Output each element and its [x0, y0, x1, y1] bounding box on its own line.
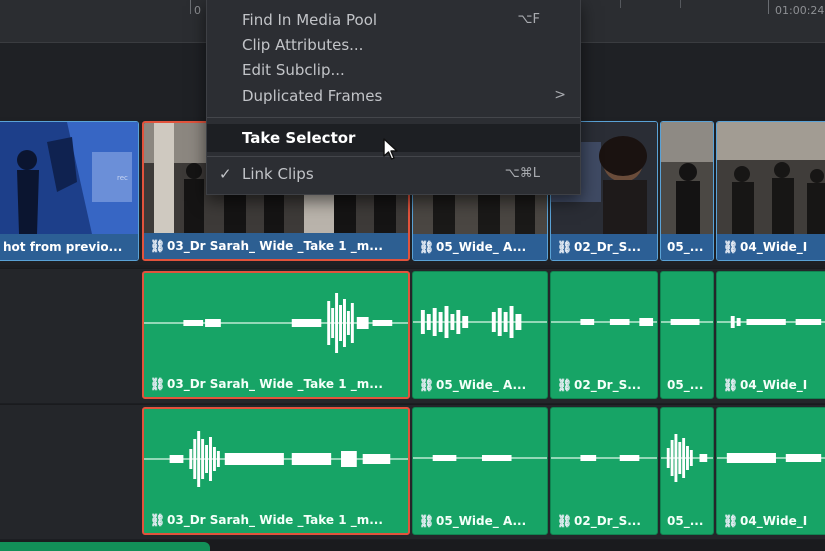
- clip-label: ⛓ 05_Wide_ A...: [413, 234, 547, 260]
- waveform: [661, 319, 713, 325]
- menu-item-link-clips[interactable]: ✓ Link Clips ⌥⌘L: [207, 162, 580, 186]
- menu-item-find-in-media-pool[interactable]: Find In Media Pool ⌥F: [207, 8, 580, 32]
- waveform: [413, 306, 547, 338]
- clip-label: ⛓ 05_Wide_ A...: [419, 378, 526, 392]
- svg-text:rec: rec: [117, 174, 128, 182]
- clip-label: hot from previo...: [0, 234, 138, 260]
- waveform: [551, 455, 657, 461]
- clip-label-text: 05_Wide_ A...: [436, 514, 527, 528]
- waveform: [551, 318, 657, 326]
- mouse-pointer-icon: [383, 138, 398, 160]
- clip-label: ⛓ 02_Dr_S...: [557, 514, 641, 528]
- clip-label-text: 02_Dr_S...: [574, 240, 641, 254]
- menu-item-label: Take Selector: [242, 129, 356, 147]
- clip-thumbnail: rec: [0, 122, 138, 234]
- clip-label: ⛓ 03_Dr Sarah_ Wide _Take 1 _m...: [144, 233, 408, 259]
- clip-label-text: 03_Dr Sarah_ Wide _Take 1 _m...: [167, 377, 383, 391]
- clip-label-text: 04_Wide_I: [740, 514, 808, 528]
- waveform: [413, 455, 547, 461]
- waveform: [661, 434, 713, 482]
- waveform: [717, 453, 825, 463]
- clip-context-menu: Find In Media Pool ⌥F Clip Attributes...…: [206, 0, 581, 195]
- waveform: [144, 431, 408, 487]
- clip-label: ⛓ 04_Wide_I: [723, 514, 807, 528]
- link-icon: ⛓: [557, 378, 573, 392]
- link-icon: ⛓: [557, 240, 573, 254]
- clip-label-text: 03_Dr Sarah_ Wide _Take 1 _m...: [167, 513, 383, 527]
- check-icon: ✓: [219, 165, 232, 183]
- timeline-scrollbar[interactable]: [0, 540, 825, 551]
- scrollbar-thumb[interactable]: [0, 542, 210, 551]
- audio-clip-02-dr-s[interactable]: ⛓ 02_Dr_S...: [550, 407, 658, 535]
- link-icon: ⛓: [419, 240, 435, 254]
- clip-label-text: 05_Wide_ A...: [436, 378, 527, 392]
- link-icon: ⛓: [419, 378, 435, 392]
- menu-item-label: Link Clips: [242, 165, 314, 183]
- ruler-tick: [190, 0, 191, 14]
- clip-label: ⛓ 05_Wide_ A...: [419, 514, 526, 528]
- link-icon: ⛓: [723, 514, 739, 528]
- clip-label: ⛓ 04_Wide_I: [723, 378, 807, 392]
- link-icon: ⛓: [150, 377, 166, 391]
- menu-item-label: Edit Subclip...: [242, 61, 345, 79]
- clip-label-text: 05_Wide_ A...: [436, 240, 527, 254]
- audio-clip-05-short[interactable]: 05_...: [660, 407, 714, 535]
- link-icon: ⛓: [723, 240, 739, 254]
- chevron-right-icon: >: [554, 87, 566, 103]
- menu-item-clip-attributes[interactable]: Clip Attributes...: [207, 33, 580, 57]
- video-clip-05-short[interactable]: 05_...: [660, 121, 714, 261]
- link-icon: ⛓: [150, 239, 166, 253]
- clip-label-text: 04_Wide_I: [740, 378, 808, 392]
- waveform: [144, 293, 408, 353]
- clip-label: ⛓ 03_Dr Sarah_ Wide _Take 1 _m...: [150, 377, 383, 391]
- audio-clip-05-short[interactable]: 05_...: [660, 271, 714, 399]
- menu-separator: [207, 117, 580, 118]
- audio-clip-03-dr-sarah[interactable]: ⛓ 03_Dr Sarah_ Wide _Take 1 _m...: [142, 271, 410, 399]
- waveform: [717, 316, 825, 328]
- video-clip-previous[interactable]: rec hot from previo...: [0, 121, 139, 261]
- audio-clip-05-wide[interactable]: ⛓ 05_Wide_ A...: [412, 407, 548, 535]
- clip-label-text: 03_Dr Sarah_ Wide _Take 1 _m...: [167, 239, 383, 253]
- audio-clip-03-dr-sarah[interactable]: ⛓ 03_Dr Sarah_ Wide _Take 1 _m...: [142, 407, 410, 535]
- link-icon: ⛓: [723, 378, 739, 392]
- clip-thumbnail: [717, 122, 825, 234]
- ruler-timecode-left: 0: [194, 4, 201, 17]
- clip-label-text: 02_Dr_S...: [574, 378, 641, 392]
- clip-label: 05_...: [667, 514, 704, 528]
- clip-label: 05_...: [667, 378, 704, 392]
- ruler-tick: [620, 0, 621, 8]
- clip-label-text: 04_Wide_I: [740, 240, 808, 254]
- audio-clip-04-wide[interactable]: ⛓ 04_Wide_I: [716, 271, 825, 399]
- audio-clip-05-wide[interactable]: ⛓ 05_Wide_ A...: [412, 271, 548, 399]
- ruler-tick: [680, 0, 681, 8]
- audio-clip-02-dr-s[interactable]: ⛓ 02_Dr_S...: [550, 271, 658, 399]
- clip-label-text: 02_Dr_S...: [574, 514, 641, 528]
- link-icon: ⛓: [150, 513, 166, 527]
- ruler-timecode-right: 01:00:24: [775, 4, 825, 17]
- menu-item-duplicated-frames[interactable]: Duplicated Frames >: [207, 84, 580, 108]
- link-icon: ⛓: [557, 514, 573, 528]
- menu-item-label: Find In Media Pool: [242, 11, 378, 29]
- link-icon: ⛓: [419, 514, 435, 528]
- menu-item-shortcut: ⌥⌘L: [504, 166, 540, 181]
- clip-label: ⛓ 04_Wide_I: [717, 234, 825, 260]
- clip-label: ⛓ 03_Dr Sarah_ Wide _Take 1 _m...: [150, 513, 383, 527]
- audio-clip-04-wide[interactable]: ⛓ 04_Wide_I: [716, 407, 825, 535]
- clip-label: ⛓ 02_Dr_S...: [557, 378, 641, 392]
- menu-item-label: Clip Attributes...: [242, 36, 364, 54]
- menu-item-label: Duplicated Frames: [242, 87, 383, 105]
- menu-item-edit-subclip[interactable]: Edit Subclip...: [207, 58, 580, 82]
- clip-thumbnail: [661, 122, 713, 234]
- clip-label: ⛓ 02_Dr_S...: [551, 234, 657, 260]
- clip-label: 05_...: [661, 234, 713, 260]
- ruler-tick: [768, 0, 769, 14]
- menu-item-shortcut: ⌥F: [517, 12, 540, 27]
- video-clip-04-wide[interactable]: ⛓ 04_Wide_I: [716, 121, 825, 261]
